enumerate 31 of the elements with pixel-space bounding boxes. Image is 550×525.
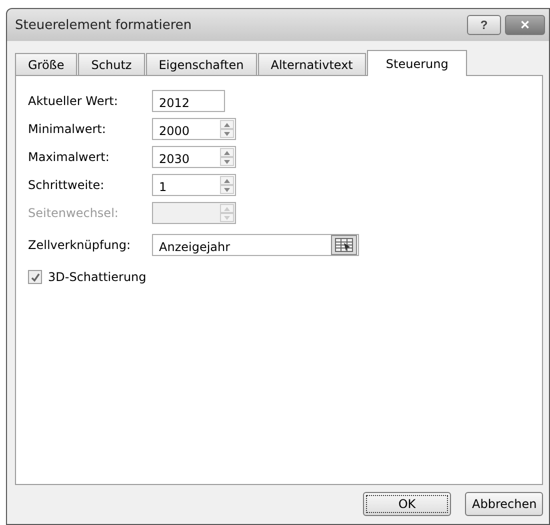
field-label: Schrittweite: — [28, 178, 106, 192]
up-arrow-icon[interactable] — [224, 122, 230, 126]
down-arrow-icon[interactable] — [224, 160, 230, 164]
field-label: Zellverknüpfung: — [28, 238, 132, 252]
down-arrow-icon[interactable] — [224, 132, 230, 136]
window-title: Steuerelement formatieren — [15, 18, 193, 32]
field-label: Aktueller Wert: — [28, 94, 119, 108]
cell-picker-button[interactable] — [331, 235, 357, 255]
up-arrow-icon[interactable] — [224, 150, 230, 154]
field-label: Minimalwert: — [28, 122, 107, 136]
field-label: Seitenwechsel: — [28, 206, 120, 220]
checkbox-label: 3D-Schattierung — [48, 270, 146, 284]
check-icon — [30, 272, 40, 282]
input-field[interactable]: 2012 — [152, 90, 225, 112]
spin-field[interactable]: 1 — [152, 174, 236, 196]
tab[interactable]: Steuerung — [366, 50, 468, 76]
grid-icon — [335, 238, 353, 252]
tab[interactable]: Größe — [15, 53, 78, 76]
tab[interactable]: Alternativtext — [258, 53, 366, 76]
cancel-button[interactable]: Abbrechen — [465, 492, 543, 516]
spin-field[interactable]: 2030 — [152, 146, 236, 168]
up-arrow-icon[interactable] — [224, 178, 230, 182]
ok-button[interactable]: OK — [363, 492, 451, 516]
field-label: Maximalwert: — [28, 150, 110, 164]
help-button[interactable]: ? — [467, 15, 501, 35]
tab[interactable]: Schutz — [78, 53, 145, 76]
tab[interactable]: Eigenschaften — [146, 53, 257, 76]
down-arrow-icon[interactable] — [224, 188, 230, 192]
checkbox[interactable] — [28, 270, 42, 284]
input-field[interactable]: Anzeigejahr — [152, 234, 359, 256]
spin-field[interactable]: 2000 — [152, 118, 236, 140]
